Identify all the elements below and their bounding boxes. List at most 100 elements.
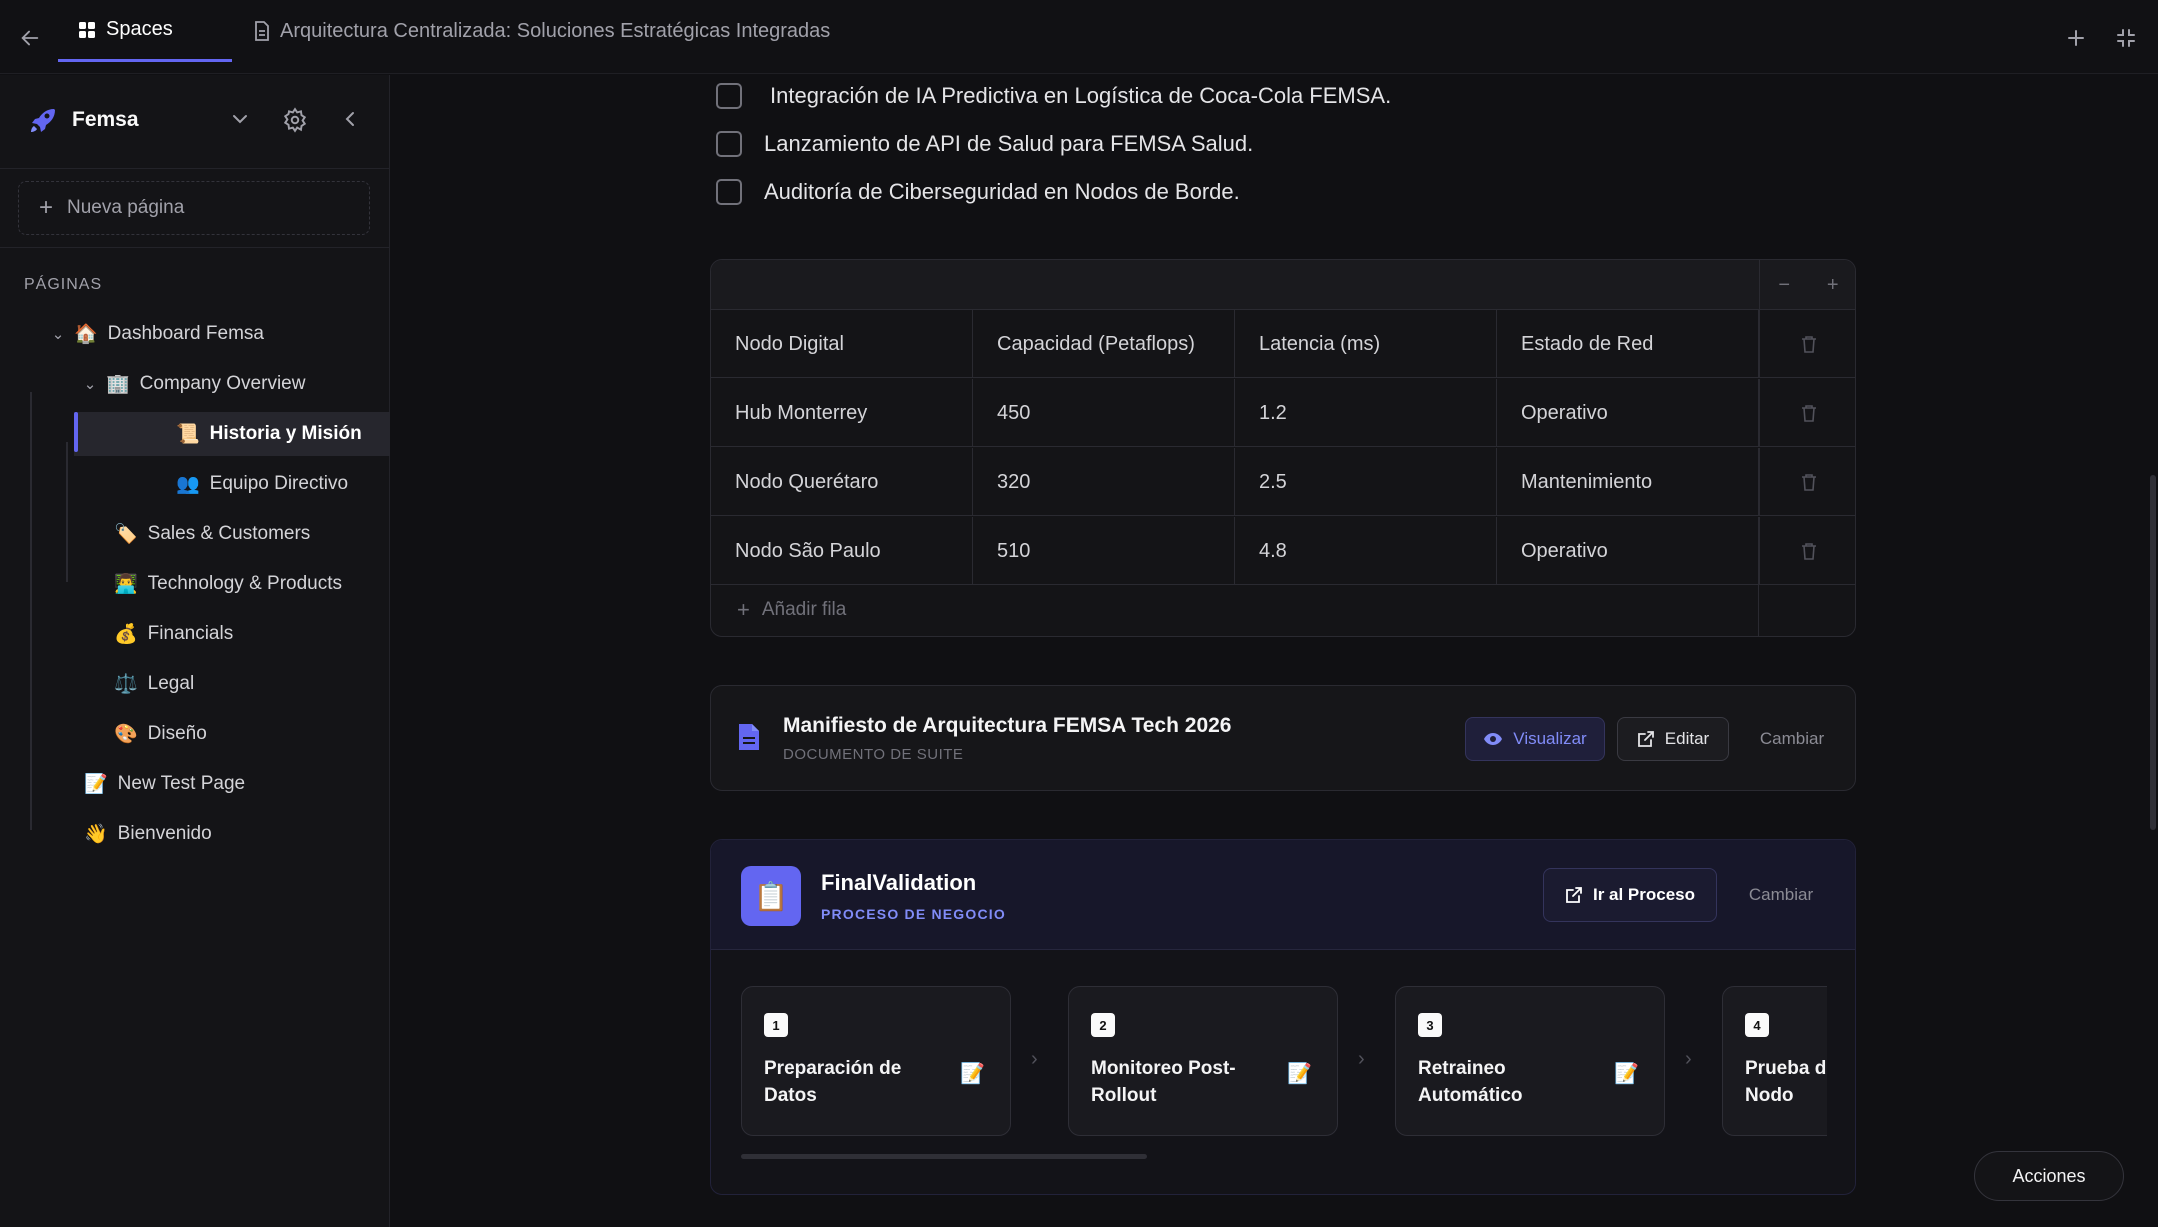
sidebar-item-label: Company Overview [139,373,306,394]
actions-button[interactable]: Acciones [1974,1151,2124,1201]
step-name: Retraineo Automático [1418,1058,1523,1106]
trash-icon[interactable] [1759,517,1855,585]
people-icon: 👥 [176,474,200,495]
checklist-item[interactable]: Auditoría de Ciberseguridad en Nodos de … [716,172,1240,212]
add-row-button[interactable]: + Añadir fila [711,582,1759,636]
steps-scrollbar[interactable] [741,1154,1147,1159]
sidebar-item-label: Sales & Customers [147,523,311,544]
plus-icon: + [39,194,54,221]
view-button-label: Visualizar [1513,729,1587,748]
sidebar-item-historia-y-mision[interactable]: 📜 Historia y Misión [74,412,390,456]
document-title[interactable]: Manifiesto de Arquitectura FEMSA Tech 20… [783,714,1232,738]
sidebar-item-financials[interactable]: 💰 Financials [114,612,233,656]
table-cell[interactable]: 4.8 [1235,517,1497,585]
waving-hand-icon: 👋 [84,824,108,845]
memo-icon: 📝 [1287,1063,1312,1085]
gear-icon[interactable] [282,107,308,133]
go-to-process-button[interactable]: Ir al Proceso [1543,868,1717,922]
sidebar-item-new-test-page[interactable]: 📝 New Test Page [84,762,245,806]
technologist-icon: 👨‍💻 [114,574,138,595]
plus-icon[interactable] [2060,22,2092,54]
table-cell[interactable]: Nodo São Paulo [711,517,973,585]
chevron-down-icon[interactable] [228,107,252,131]
sidebar-item-bienvenido[interactable]: 👋 Bienvenido [84,812,212,856]
table-cell[interactable]: 2.5 [1235,448,1497,516]
new-page-button[interactable]: + Nueva página [18,181,370,235]
process-step[interactable]: 1 Preparación de Datos 📝 [741,986,1011,1136]
step-number: 1 [764,1013,788,1037]
sidebar-item-label: Legal [147,673,195,694]
plus-icon: + [737,597,750,622]
eye-icon [1484,733,1503,745]
column-header[interactable]: Capacidad (Petaflops) [973,310,1235,378]
checklist-item[interactable]: Integración de IA Predictiva en Logístic… [716,76,1391,116]
sidebar-item-sales-customers[interactable]: 🏷️ Sales & Customers [114,512,310,556]
view-button[interactable]: Visualizar [1465,717,1605,761]
chevron-right-icon: › [1031,1048,1038,1070]
sidebar-item-technology-products[interactable]: 👨‍💻 Technology & Products [114,562,342,606]
document-icon [255,21,269,41]
chevron-down-icon[interactable]: ⌄ [80,375,100,393]
table-cell[interactable]: Operativo [1497,517,1759,585]
memo-icon: 📝 [84,774,108,795]
minimize-icon[interactable] [2110,22,2142,54]
external-link-icon [1637,731,1654,747]
table-cell[interactable]: 320 [973,448,1235,516]
sidebar: Femsa + Nueva página PÁGINAS ⌄ 🏠 Dashboa… [0,75,390,1227]
process-title[interactable]: FinalValidation [821,870,976,896]
memo-icon: 📝 [960,1063,985,1085]
trash-icon[interactable] [1759,310,1855,378]
step-number: 2 [1091,1013,1115,1037]
tag-icon: 🏷️ [114,524,138,545]
back-arrow-icon[interactable] [14,22,46,54]
table-cell[interactable]: Mantenimiento [1497,448,1759,516]
chevron-left-icon[interactable] [338,107,362,131]
table-cell[interactable]: 510 [973,517,1235,585]
column-header[interactable]: Estado de Red [1497,310,1759,378]
trash-icon[interactable] [1759,379,1855,447]
table-cell[interactable]: Operativo [1497,379,1759,447]
process-step[interactable]: 4 Prueba de Nodo en Nodo 📝 [1722,986,1827,1136]
office-building-icon: 🏢 [106,374,130,395]
trash-icon[interactable] [1759,448,1855,516]
tab-spaces[interactable]: Spaces [58,0,232,62]
process-card: 📋 FinalValidation PROCESO DE NEGOCIO Ir … [710,839,1856,1195]
column-header[interactable]: Latencia (ms) [1235,310,1497,378]
process-header: 📋 FinalValidation PROCESO DE NEGOCIO Ir … [711,840,1855,950]
edit-button-label: Editar [1664,729,1710,748]
process-step[interactable]: 3 Retraineo Automático 📝 [1395,986,1665,1136]
memo-icon: 📝 [1614,1063,1639,1085]
tree-guide-line [30,392,32,830]
checkbox[interactable] [716,179,742,205]
process-steps[interactable]: 1 Preparación de Datos 📝 › 2 Monitoreo P… [741,986,1827,1146]
sidebar-item-diseno[interactable]: 🎨 Diseño [114,712,207,756]
sidebar-item-dashboard-femsa[interactable]: ⌄ 🏠 Dashboard Femsa [48,312,264,356]
change-process-button[interactable]: Cambiar [1731,873,1831,917]
table-cell[interactable]: Hub Monterrey [711,379,973,447]
checklist-item-label: Integración de IA Predictiva en Logístic… [770,83,1392,108]
table-cell[interactable]: Nodo Querétaro [711,448,973,516]
chevron-down-icon[interactable]: ⌄ [48,325,68,343]
data-table: − + Nodo Digital Capacidad (Petaflops) L… [710,259,1856,637]
column-header[interactable]: Nodo Digital [711,310,973,378]
tab-spaces-label: Spaces [106,18,173,40]
plus-icon[interactable]: + [1827,274,1839,297]
sidebar-item-legal[interactable]: ⚖️ Legal [114,662,194,706]
checklist-item[interactable]: Lanzamiento de API de Salud para FEMSA S… [716,124,1253,164]
workspace-header: Femsa [0,75,390,169]
process-step[interactable]: 2 Monitoreo Post-Rollout 📝 [1068,986,1338,1136]
active-indicator [74,412,78,452]
checkbox[interactable] [716,83,742,109]
edit-button[interactable]: Editar [1617,717,1729,761]
sidebar-item-equipo-directivo[interactable]: 👥 Equipo Directivo [176,462,348,506]
minus-icon[interactable]: − [1778,274,1790,297]
tab-document[interactable]: Arquitectura Centralizada: Soluciones Es… [254,0,830,62]
table-cell[interactable]: 1.2 [1235,379,1497,447]
table-cell[interactable]: 450 [973,379,1235,447]
table-header-row: Nodo Digital Capacidad (Petaflops) Laten… [711,310,1855,378]
tab-document-label: Arquitectura Centralizada: Soluciones Es… [280,19,831,42]
page-scrollbar[interactable] [2150,475,2156,830]
sidebar-item-company-overview[interactable]: ⌄ 🏢 Company Overview [80,362,306,406]
checkbox[interactable] [716,131,742,157]
change-document-button[interactable]: Cambiar [1745,717,1839,761]
